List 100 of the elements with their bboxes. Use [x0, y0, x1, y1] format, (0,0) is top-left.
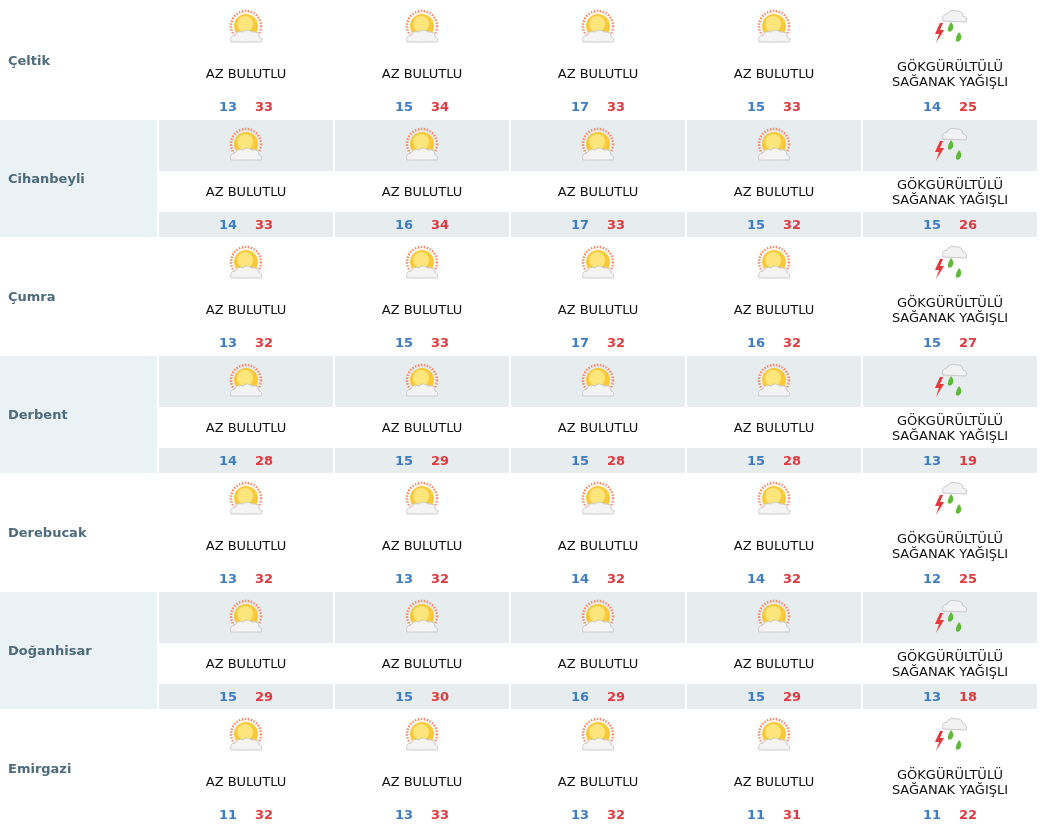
- high-temperature: 33: [607, 217, 626, 232]
- high-temperature: 29: [255, 689, 274, 704]
- high-temperature: 33: [783, 99, 802, 114]
- low-temperature: 15: [394, 99, 413, 114]
- low-temperature: 11: [922, 807, 941, 822]
- forecast-text: AZ BULUTLU: [205, 66, 287, 81]
- forecast-text: GÖKGÜRÜLTÜLÜ SAĞANAK YAĞIŞLI: [890, 58, 1010, 89]
- low-temperature: 13: [394, 807, 413, 822]
- forecast-text: AZ BULUTLU: [557, 302, 639, 317]
- low-temperature: 13: [570, 807, 589, 822]
- forecast-text: AZ BULUTLU: [205, 656, 287, 671]
- forecast-text: AZ BULUTLU: [733, 656, 815, 671]
- low-temperature: 16: [394, 217, 413, 232]
- high-temperature: 32: [431, 571, 450, 586]
- forecast-text: GÖKGÜRÜLTÜLÜ SAĞANAK YAĞIŞLI: [890, 648, 1010, 679]
- low-temperature: 12: [922, 571, 941, 586]
- low-temperature: 14: [218, 453, 237, 468]
- forecast-text: AZ BULUTLU: [205, 184, 287, 199]
- high-temperature: 34: [431, 217, 450, 232]
- low-temperature: 16: [570, 689, 589, 704]
- low-temperature: 13: [218, 335, 237, 350]
- high-temperature: 32: [255, 807, 274, 822]
- low-temperature: 14: [922, 99, 941, 114]
- high-temperature: 32: [607, 807, 626, 822]
- low-temperature: 13: [394, 571, 413, 586]
- high-temperature: 27: [959, 335, 978, 350]
- forecast-text: AZ BULUTLU: [381, 184, 463, 199]
- high-temperature: 26: [959, 217, 978, 232]
- high-temperature: 32: [255, 571, 274, 586]
- forecast-text: AZ BULUTLU: [381, 656, 463, 671]
- low-temperature: 15: [394, 335, 413, 350]
- forecast-text: AZ BULUTLU: [205, 538, 287, 553]
- forecast-text: AZ BULUTLU: [557, 420, 639, 435]
- forecast-text: AZ BULUTLU: [733, 774, 815, 789]
- high-temperature: 19: [959, 453, 978, 468]
- forecast-text: AZ BULUTLU: [557, 66, 639, 81]
- low-temperature: 13: [922, 453, 941, 468]
- low-temperature: 13: [218, 571, 237, 586]
- high-temperature: 33: [431, 335, 450, 350]
- high-temperature: 32: [783, 571, 802, 586]
- low-temperature: 16: [746, 335, 765, 350]
- high-temperature: 30: [431, 689, 450, 704]
- low-temperature: 13: [922, 689, 941, 704]
- high-temperature: 33: [255, 217, 274, 232]
- forecast-text: GÖKGÜRÜLTÜLÜ SAĞANAK YAĞIŞLI: [890, 412, 1010, 443]
- high-temperature: 32: [783, 217, 802, 232]
- forecast-text: AZ BULUTLU: [381, 66, 463, 81]
- low-temperature: 15: [746, 453, 765, 468]
- low-temperature: 15: [746, 217, 765, 232]
- high-temperature: 28: [255, 453, 274, 468]
- low-temperature: 15: [922, 335, 941, 350]
- high-temperature: 32: [255, 335, 274, 350]
- forecast-text: AZ BULUTLU: [733, 302, 815, 317]
- low-temperature: 14: [218, 217, 237, 232]
- high-temperature: 28: [607, 453, 626, 468]
- high-temperature: 32: [783, 335, 802, 350]
- low-temperature: 11: [746, 807, 765, 822]
- forecast-text: AZ BULUTLU: [205, 774, 287, 789]
- town-name: Derbent: [0, 356, 157, 473]
- low-temperature: 14: [746, 571, 765, 586]
- forecast-text: AZ BULUTLU: [557, 184, 639, 199]
- high-temperature: 29: [783, 689, 802, 704]
- low-temperature: 17: [570, 335, 589, 350]
- forecast-text: AZ BULUTLU: [205, 302, 287, 317]
- forecast-text: AZ BULUTLU: [733, 184, 815, 199]
- low-temperature: 15: [394, 689, 413, 704]
- forecast-text: AZ BULUTLU: [381, 420, 463, 435]
- forecast-text: AZ BULUTLU: [381, 302, 463, 317]
- high-temperature: 25: [959, 571, 978, 586]
- low-temperature: 17: [570, 217, 589, 232]
- low-temperature: 15: [746, 689, 765, 704]
- low-temperature: 15: [570, 453, 589, 468]
- forecast-text: GÖKGÜRÜLTÜLÜ SAĞANAK YAĞIŞLI: [890, 294, 1010, 325]
- low-temperature: 15: [922, 217, 941, 232]
- high-temperature: 18: [959, 689, 978, 704]
- low-temperature: 15: [218, 689, 237, 704]
- town-name: Doğanhisar: [0, 592, 157, 709]
- low-temperature: 11: [218, 807, 237, 822]
- forecast-text: GÖKGÜRÜLTÜLÜ SAĞANAK YAĞIŞLI: [890, 176, 1010, 207]
- forecast-text: AZ BULUTLU: [557, 538, 639, 553]
- high-temperature: 25: [959, 99, 978, 114]
- high-temperature: 22: [959, 807, 978, 822]
- high-temperature: 34: [431, 99, 450, 114]
- high-temperature: 33: [431, 807, 450, 822]
- forecast-text: AZ BULUTLU: [557, 774, 639, 789]
- high-temperature: 29: [431, 453, 450, 468]
- forecast-text: AZ BULUTLU: [733, 420, 815, 435]
- high-temperature: 32: [607, 335, 626, 350]
- low-temperature: 17: [570, 99, 589, 114]
- town-name: Cihanbeyli: [0, 120, 157, 237]
- low-temperature: 15: [394, 453, 413, 468]
- high-temperature: 29: [607, 689, 626, 704]
- low-temperature: 13: [218, 99, 237, 114]
- forecast-text: AZ BULUTLU: [557, 656, 639, 671]
- low-temperature: 14: [570, 571, 589, 586]
- high-temperature: 28: [783, 453, 802, 468]
- forecast-text: AZ BULUTLU: [733, 538, 815, 553]
- forecast-text: GÖKGÜRÜLTÜLÜ SAĞANAK YAĞIŞLI: [890, 766, 1010, 797]
- forecast-text: AZ BULUTLU: [205, 420, 287, 435]
- high-temperature: 33: [607, 99, 626, 114]
